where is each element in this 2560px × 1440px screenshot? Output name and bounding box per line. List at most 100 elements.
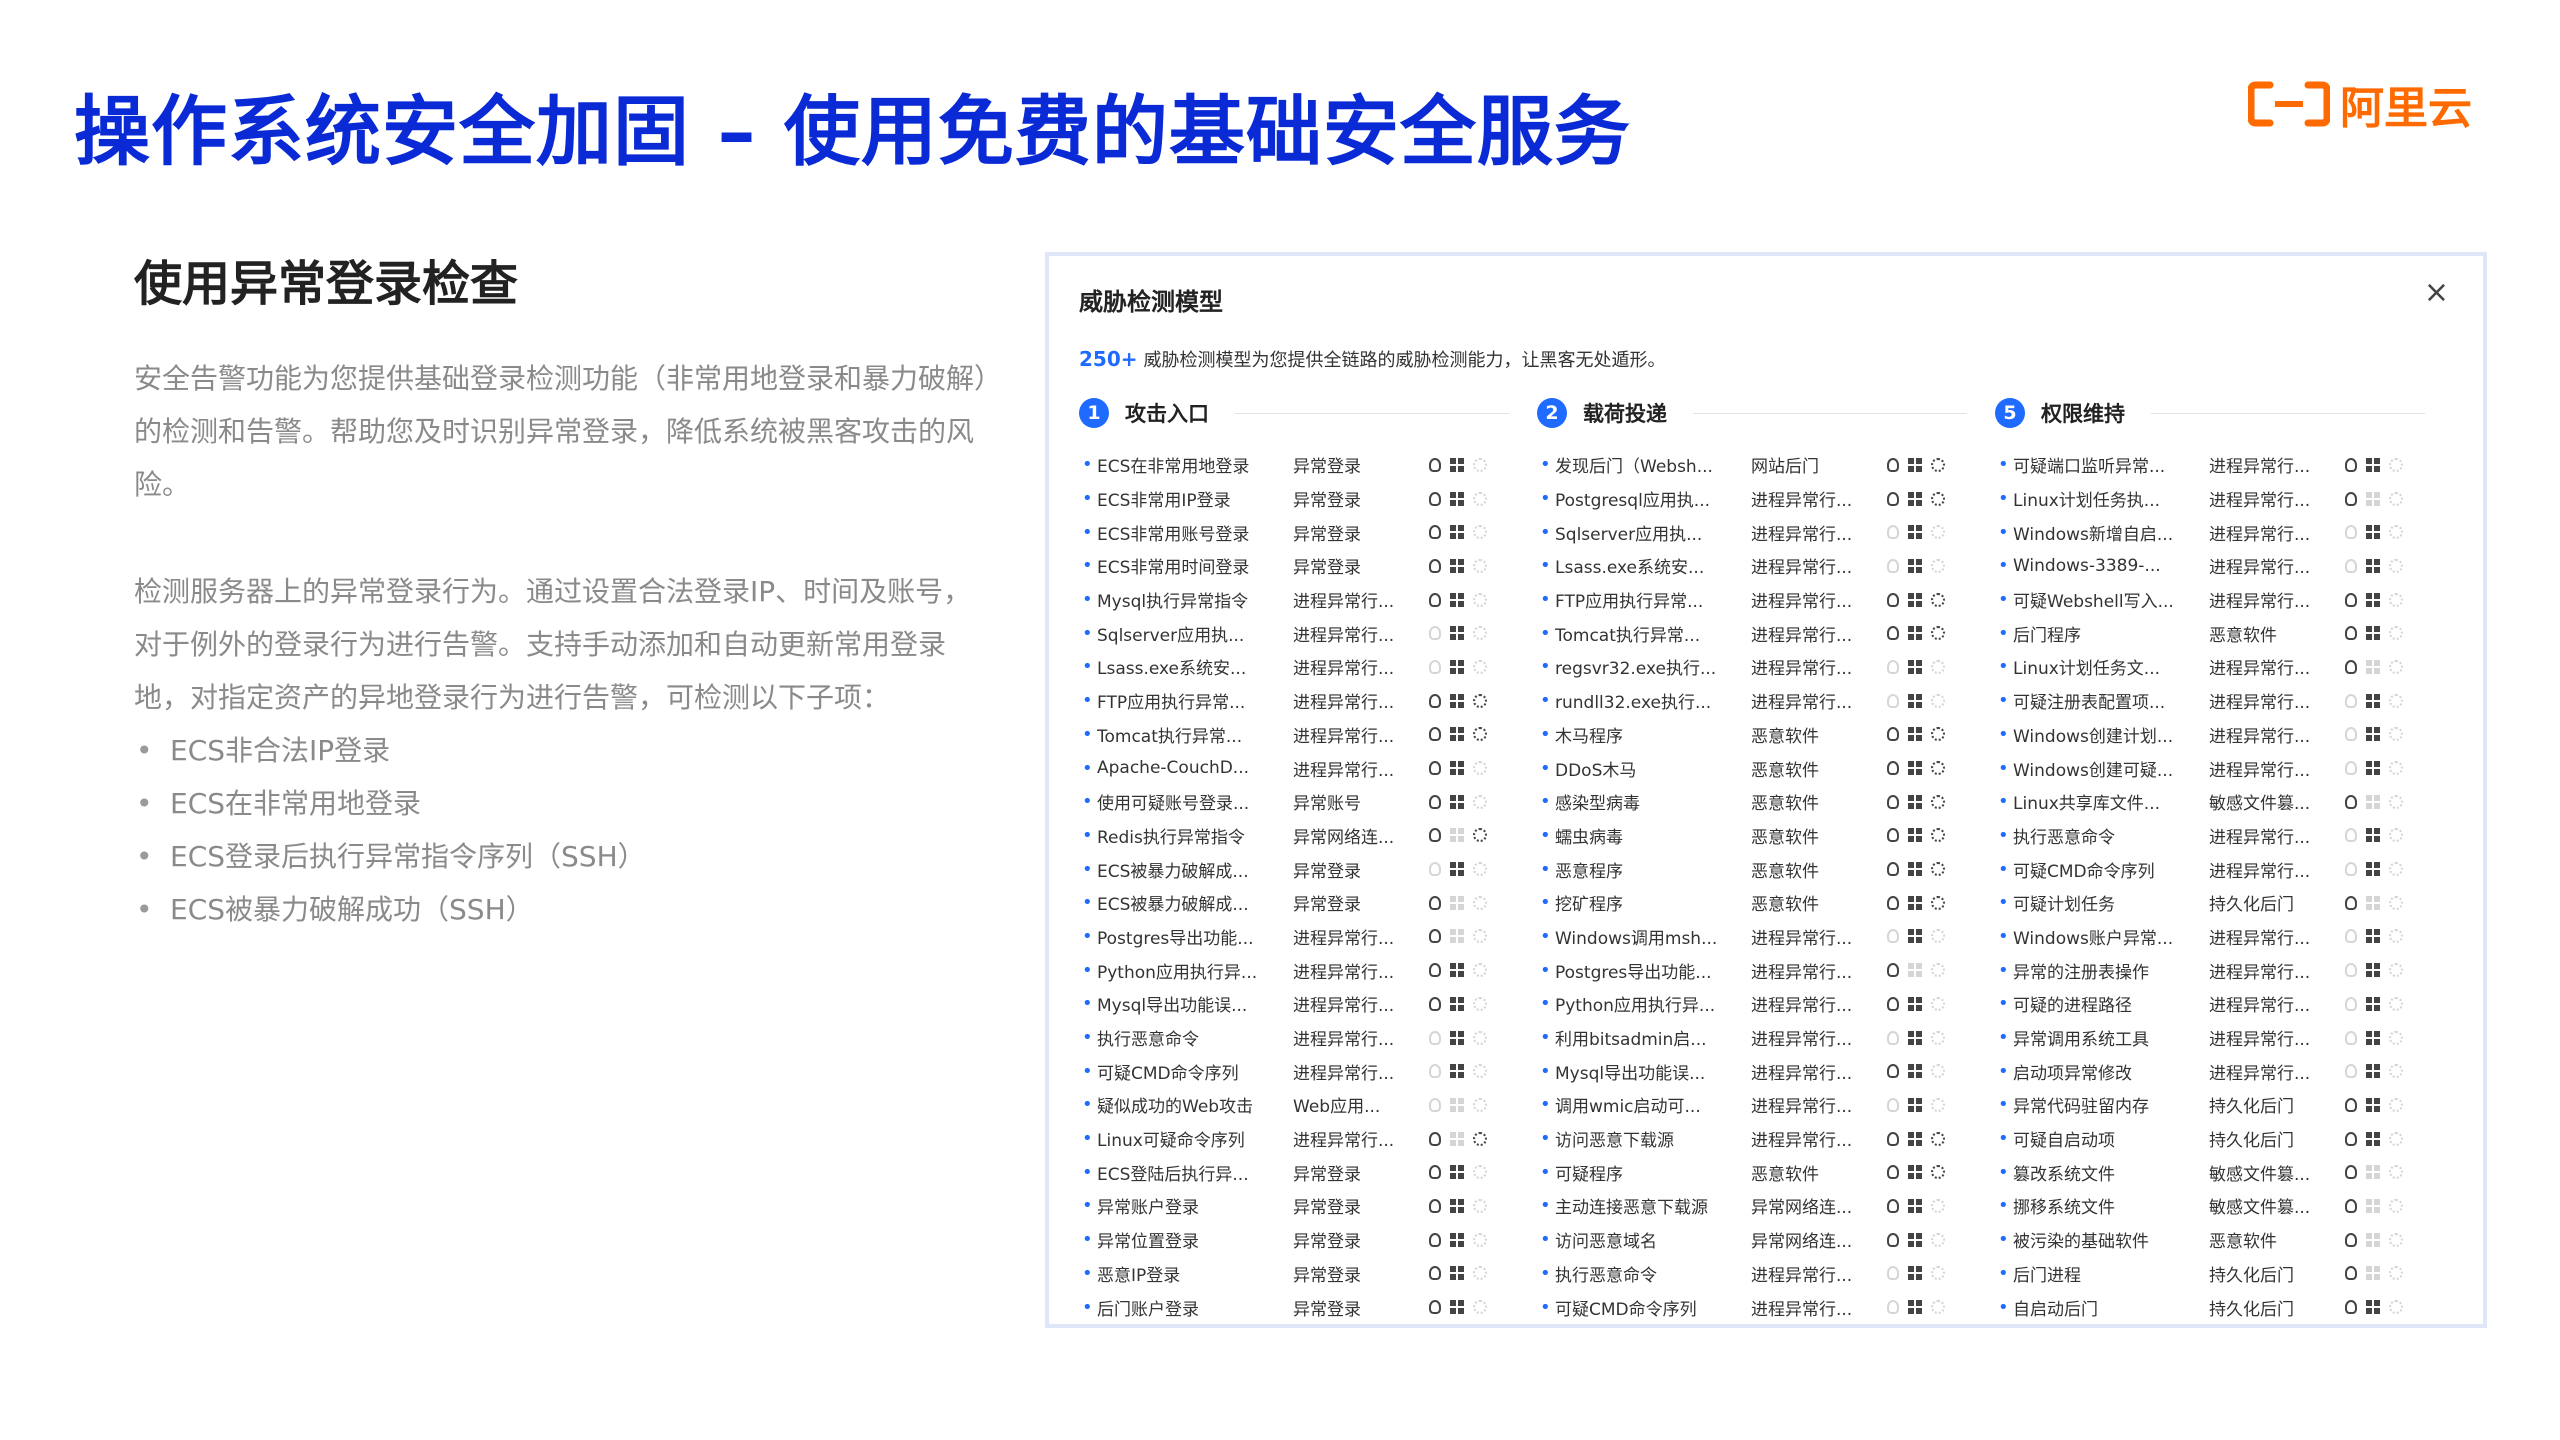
bullet: • bbox=[1082, 1195, 1093, 1217]
kubernetes-icon bbox=[2389, 794, 2403, 809]
kubernetes-icon bbox=[1473, 626, 1487, 641]
detection-category: 异常登录 bbox=[1293, 1232, 1361, 1253]
platform-icons bbox=[1429, 1131, 1487, 1146]
bullet: • bbox=[1082, 1128, 1093, 1150]
platform-icons bbox=[2345, 1030, 2403, 1045]
kubernetes-icon bbox=[1931, 1266, 1945, 1281]
platform-icons bbox=[2345, 895, 2403, 910]
bullet: • bbox=[1540, 1195, 1551, 1217]
platform-icons bbox=[1429, 693, 1487, 708]
list-item: • ECS非合法IP登录 bbox=[136, 734, 391, 767]
detection-list: • 发现后门（Websh... 网站后门 • Postgresql应用执... 进程异常行… bbox=[1537, 448, 1967, 1324]
list-item: • ECS在非常用地登录 异常登录 bbox=[1079, 448, 1509, 482]
detection-category: 进程异常行... bbox=[2209, 726, 2311, 747]
windows-icon bbox=[1908, 1064, 1922, 1079]
threat-model-dialog: 威胁检测模型 × 250+ 威胁检测模型为您提供全链路的威胁检测能力，让黑客无处遁… bbox=[1045, 252, 2487, 1328]
kubernetes-icon bbox=[2389, 761, 2403, 776]
detection-name: ECS被暴力破解成... bbox=[1097, 895, 1249, 916]
linux-icon bbox=[1887, 929, 1899, 944]
detection-category: 进程异常行... bbox=[2209, 760, 2311, 781]
windows-icon bbox=[2366, 457, 2380, 472]
list-item: • 访问恶意域名 异常网络连... bbox=[1537, 1223, 1967, 1257]
linux-icon bbox=[1429, 558, 1441, 573]
detection-name: 利用bitsadmin启... bbox=[1555, 1030, 1707, 1051]
list-item: • 启动项异常修改 进程异常行... bbox=[1995, 1054, 2425, 1088]
list-item: • 蠕虫病毒 恶意软件 bbox=[1537, 819, 1967, 853]
detection-category: 进程异常行... bbox=[1293, 962, 1395, 983]
bullet: • bbox=[1082, 1161, 1093, 1183]
linux-icon bbox=[1429, 1198, 1441, 1213]
detection-category: 恶意软件 bbox=[1751, 1164, 1819, 1185]
list-item: • Linux可疑命令序列 进程异常行... bbox=[1079, 1122, 1509, 1156]
platform-icons bbox=[1429, 963, 1487, 978]
list-item: • ECS登陆后执行异... 异常登录 bbox=[1079, 1155, 1509, 1189]
windows-icon bbox=[2366, 761, 2380, 776]
linux-icon bbox=[1429, 963, 1441, 978]
windows-icon bbox=[1450, 761, 1464, 776]
bullet: • bbox=[1082, 521, 1093, 543]
linux-icon bbox=[2345, 1131, 2357, 1146]
list-item: • 可疑的进程路径 进程异常行... bbox=[1995, 987, 2425, 1021]
windows-icon bbox=[1450, 1097, 1464, 1112]
bullet: • bbox=[1082, 454, 1093, 476]
platform-icons bbox=[2345, 1064, 2403, 1079]
platform-icons bbox=[1887, 558, 1945, 573]
kubernetes-icon bbox=[1473, 592, 1487, 607]
bullet: • bbox=[1540, 1128, 1551, 1150]
bullet: • bbox=[1082, 1060, 1093, 1082]
detection-category: 进程异常行... bbox=[2209, 693, 2311, 714]
windows-icon bbox=[1450, 1300, 1464, 1315]
bullet: • bbox=[1082, 1296, 1093, 1318]
linux-icon bbox=[1887, 1232, 1899, 1247]
linux-icon bbox=[2345, 895, 2357, 910]
detection-category: 异常网络连... bbox=[1751, 1232, 1853, 1253]
bullet: • bbox=[1540, 1027, 1551, 1049]
kubernetes-icon bbox=[2389, 1198, 2403, 1213]
platform-icons bbox=[1887, 1300, 1945, 1315]
dialog-subtitle: 250+ 威胁检测模型为您提供全链路的威胁检测能力，让黑客无处遁形。 bbox=[1079, 347, 1666, 371]
windows-icon bbox=[1908, 1232, 1922, 1247]
list-item: • Mysql导出功能误... 进程异常行... bbox=[1079, 987, 1509, 1021]
kubernetes-icon bbox=[2389, 1030, 2403, 1045]
detection-name: FTP应用执行异常... bbox=[1555, 592, 1704, 613]
list-item: • 篡改系统文件 敏感文件篡... bbox=[1995, 1155, 2425, 1189]
platform-icons bbox=[1887, 592, 1945, 607]
list-item: • 异常调用系统工具 进程异常行... bbox=[1995, 1021, 2425, 1055]
bullet: • bbox=[1998, 858, 2009, 880]
list-item: • Lsass.exe系统安... 进程异常行... bbox=[1079, 650, 1509, 684]
detection-category: 进程异常行... bbox=[1293, 1131, 1395, 1152]
detection-category: 进程异常行... bbox=[1751, 659, 1853, 680]
detection-name: 篡改系统文件 bbox=[2013, 1164, 2115, 1185]
platform-icons bbox=[1887, 963, 1945, 978]
brand-logo: 阿里云 bbox=[2248, 72, 2472, 136]
windows-icon bbox=[1908, 1030, 1922, 1045]
kubernetes-icon bbox=[1931, 1300, 1945, 1315]
windows-icon bbox=[2366, 626, 2380, 641]
detection-category: 异常登录 bbox=[1293, 1164, 1361, 1185]
list-item: • 访问恶意下载源 进程异常行... bbox=[1537, 1122, 1967, 1156]
linux-icon bbox=[2345, 659, 2357, 674]
detection-category: 进程异常行... bbox=[1293, 1030, 1395, 1051]
detection-name: Tomcat执行异常... bbox=[1555, 625, 1701, 646]
kubernetes-icon bbox=[1931, 862, 1945, 877]
platform-icons bbox=[1429, 1064, 1487, 1079]
platform-icons bbox=[1429, 491, 1487, 506]
list-item: • rundll32.exe执行... 进程异常行... bbox=[1537, 684, 1967, 718]
bullet: • bbox=[1540, 454, 1551, 476]
kubernetes-icon bbox=[1473, 558, 1487, 573]
platform-icons bbox=[2345, 794, 2403, 809]
bullet: • bbox=[1998, 521, 2009, 543]
detection-name: 可疑程序 bbox=[1555, 1164, 1623, 1185]
linux-icon bbox=[1429, 592, 1441, 607]
detection-category: 进程异常行... bbox=[1293, 1063, 1395, 1084]
windows-icon bbox=[2366, 1165, 2380, 1180]
list-item: • 异常账户登录 异常登录 bbox=[1079, 1189, 1509, 1223]
list-item: • 异常位置登录 异常登录 bbox=[1079, 1223, 1509, 1257]
linux-icon bbox=[2345, 1300, 2357, 1315]
detection-category: 持久化后门 bbox=[2209, 895, 2294, 916]
kubernetes-icon bbox=[1473, 1232, 1487, 1247]
windows-icon bbox=[1450, 794, 1464, 809]
close-icon[interactable]: × bbox=[2424, 278, 2449, 308]
linux-icon bbox=[1887, 895, 1899, 910]
windows-icon bbox=[1450, 996, 1464, 1011]
